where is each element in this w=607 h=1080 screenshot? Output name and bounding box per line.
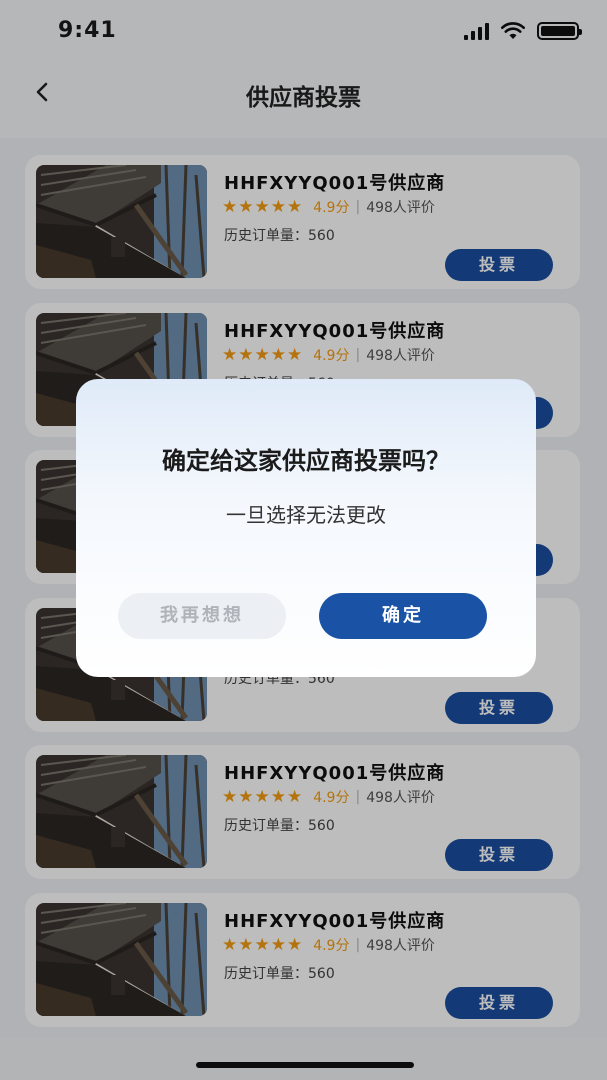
confirm-vote-dialog: 确定给这家供应商投票吗？ 一旦选择无法更改 我再想想 确定 [76, 379, 536, 677]
confirm-button[interactable]: 确定 [319, 593, 487, 639]
cancel-button[interactable]: 我再想想 [118, 593, 286, 639]
dialog-subtitle: 一旦选择无法更改 [226, 503, 386, 527]
dialog-title: 确定给这家供应商投票吗？ [162, 447, 450, 475]
